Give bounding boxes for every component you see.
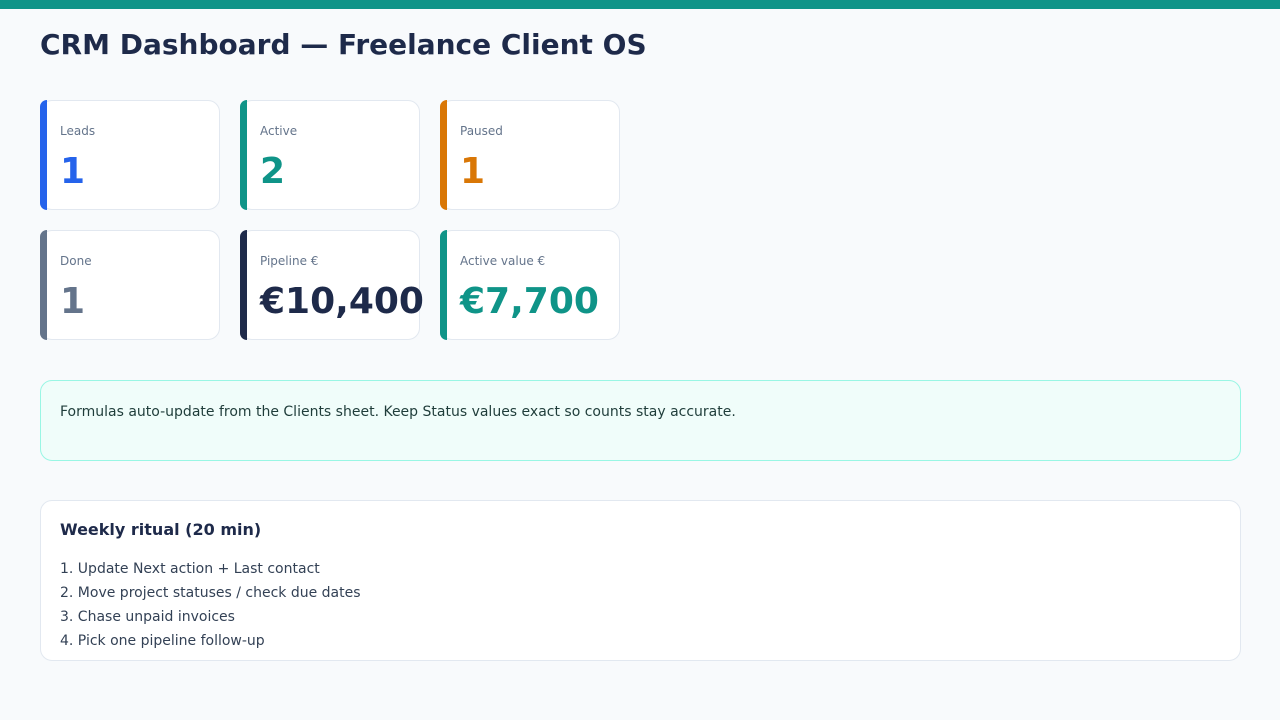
list-item: 3. Chase unpaid invoices [60,609,235,625]
page-title: CRM Dashboard — Freelance Client OS [40,28,647,61]
kpi-label: Done [60,254,92,268]
card-accent [40,100,47,210]
ritual-list: 1. Update Next action + Last contact 2. … [60,557,1221,653]
kpi-value: €10,400 [260,281,424,322]
card-accent [40,230,47,340]
card-accent [240,230,247,340]
kpi-card-done: Done 1 [40,230,220,340]
list-item: 4. Pick one pipeline follow-up [60,633,265,649]
weekly-ritual-card: Weekly ritual (20 min) 1. Update Next ac… [40,500,1241,661]
list-item: 1. Update Next action + Last contact [60,561,320,577]
kpi-value: 2 [260,151,286,192]
kpi-card-active: Active 2 [240,100,420,210]
kpi-label: Paused [460,124,503,138]
kpi-card-pipeline: Pipeline € €10,400 [240,230,424,340]
kpi-value: 1 [60,151,86,192]
list-item: 2. Move project statuses / check due dat… [60,585,361,601]
kpi-value: €7,700 [460,281,599,322]
info-notice: Formulas auto-update from the Clients sh… [40,380,1241,461]
card-accent [440,100,447,210]
kpi-label: Active value € [460,254,546,268]
kpi-card-active-value: Active value € €7,700 [440,230,620,340]
kpi-card-leads: Leads 1 [40,100,220,210]
kpi-value: 1 [460,151,486,192]
card-accent [440,230,447,340]
kpi-value: 1 [60,281,86,322]
kpi-label: Pipeline € [260,254,319,268]
card-accent [240,100,247,210]
kpi-card-paused: Paused 1 [440,100,620,210]
ritual-title: Weekly ritual (20 min) [60,520,262,539]
kpi-label: Active [260,124,298,138]
top-accent-bar [0,0,1280,9]
kpi-label: Leads [60,124,96,138]
